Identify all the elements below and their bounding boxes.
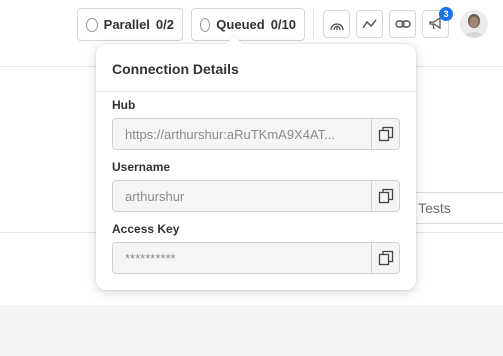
access-key-value: ********** <box>125 250 176 266</box>
parallel-label: Parallel <box>103 17 150 32</box>
parallel-count: 0/2 <box>155 17 174 32</box>
copy-icon <box>378 250 393 266</box>
username-field[interactable]: arthurshur <box>112 180 400 212</box>
connection-details-popover: Connection Details Hub https://arthurshu… <box>96 35 416 290</box>
copy-icon <box>378 188 393 204</box>
toolbar-divider <box>313 10 314 39</box>
username-label: Username <box>112 160 171 174</box>
bandwidth-button[interactable] <box>323 10 350 38</box>
queued-status-button[interactable]: Queued 0/10 <box>191 8 305 41</box>
notification-badge: 3 <box>439 7 453 21</box>
hub-label: Hub <box>112 98 136 112</box>
copy-icon <box>378 126 393 142</box>
line-trend-icon <box>361 19 377 29</box>
copy-username-button[interactable] <box>371 181 399 211</box>
queued-count: 0/10 <box>270 17 296 32</box>
popover-title: Connection Details <box>112 61 239 77</box>
copy-access-key-button[interactable] <box>371 243 399 273</box>
copy-hub-button[interactable] <box>371 119 399 149</box>
queued-label: Queued <box>216 17 265 32</box>
circle-outline-icon <box>86 17 98 32</box>
link-icon <box>394 20 411 28</box>
username-value: arthurshur <box>125 188 185 204</box>
popover-divider <box>96 91 416 92</box>
footer-area <box>0 305 503 356</box>
user-avatar[interactable] <box>460 10 488 38</box>
signal-arcs-icon <box>329 23 344 31</box>
hub-value: https://arthurshur:aRuTKmA9X4AT... <box>125 126 336 142</box>
circle-outline-icon <box>200 17 211 32</box>
access-key-field[interactable]: ********** <box>112 242 400 274</box>
hub-field[interactable]: https://arthurshur:aRuTKmA9X4AT... <box>112 118 400 150</box>
analytics-button[interactable] <box>356 10 383 38</box>
parallel-status-button[interactable]: Parallel 0/2 <box>77 8 183 41</box>
link-button[interactable] <box>389 10 416 38</box>
access-key-label: Access Key <box>112 222 180 236</box>
